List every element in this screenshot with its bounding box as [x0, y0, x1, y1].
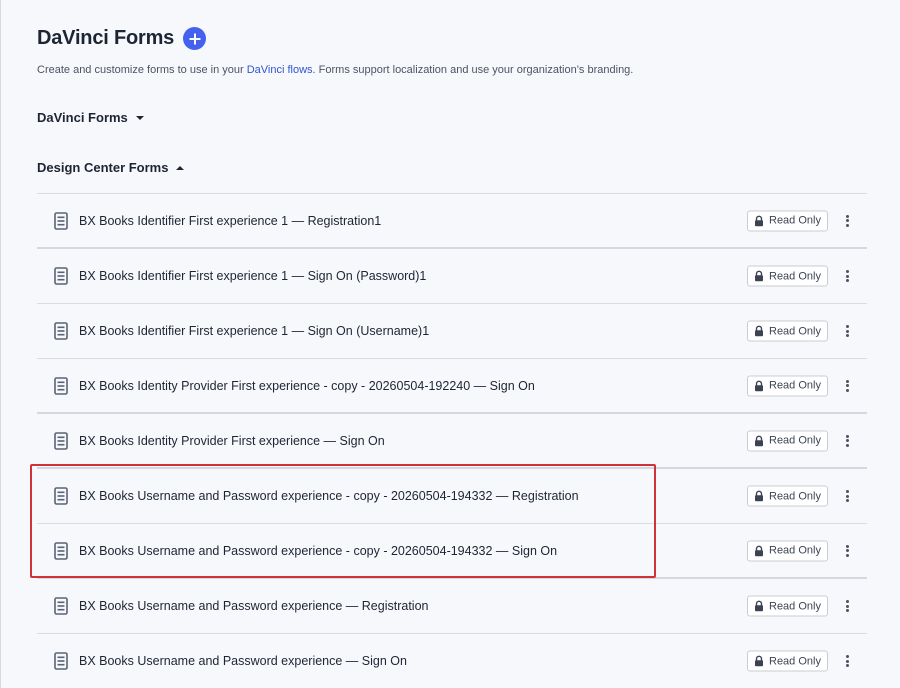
more-options-icon[interactable]	[843, 543, 851, 559]
badge-label: Read Only	[769, 600, 821, 612]
davinci-forms-section-toggle[interactable]: DaVinci Forms	[37, 110, 144, 125]
badge-label: Read Only	[769, 434, 821, 447]
more-options-icon[interactable]	[843, 433, 851, 449]
lock-icon	[755, 380, 763, 391]
more-options-icon[interactable]	[843, 213, 851, 229]
read-only-badge: Read Only	[747, 540, 828, 561]
form-name: BX Books Username and Password experienc…	[79, 489, 579, 503]
badge-label: Read Only	[769, 325, 821, 337]
add-form-button[interactable]	[183, 27, 207, 50]
form-name: BX Books Username and Password experienc…	[79, 543, 558, 558]
more-options-icon[interactable]	[843, 653, 851, 669]
page-title: DaVinci Forms	[37, 27, 175, 49]
form-name: BX Books Identifier First experience 1 —…	[79, 269, 427, 283]
more-options-icon[interactable]	[843, 268, 851, 284]
page-header: DaVinci Forms	[37, 27, 207, 50]
lock-icon	[755, 490, 763, 502]
lock-icon	[755, 325, 763, 337]
caret-up-icon	[176, 165, 185, 170]
page-description: Create and customize forms to use in you…	[37, 64, 633, 76]
form-document-icon	[54, 652, 68, 670]
more-options-icon[interactable]	[843, 488, 851, 504]
lock-icon	[755, 545, 763, 556]
form-name: BX Books Identity Provider First experie…	[79, 378, 535, 393]
lock-icon	[755, 435, 763, 446]
form-row[interactable]: BX Books Username and Password experienc…	[37, 634, 867, 688]
caret-down-icon	[135, 115, 144, 120]
more-options-icon[interactable]	[843, 323, 851, 339]
form-document-icon	[54, 267, 68, 285]
lock-icon	[755, 655, 763, 667]
read-only-badge: Read Only	[747, 650, 828, 672]
form-name: BX Books Identity Provider First experie…	[79, 433, 385, 448]
badge-label: Read Only	[769, 544, 821, 557]
form-document-icon	[54, 431, 68, 450]
badge-label: Read Only	[769, 214, 821, 227]
section-label: DaVinci Forms	[37, 110, 128, 125]
badge-label: Read Only	[769, 490, 821, 502]
form-name: BX Books Identifier First experience 1 —…	[79, 213, 382, 228]
lock-icon	[755, 600, 763, 612]
form-document-icon	[54, 376, 68, 395]
form-row[interactable]: BX Books Username and Password experienc…	[37, 524, 867, 579]
read-only-badge: Read Only	[747, 595, 828, 617]
more-options-icon[interactable]	[843, 378, 851, 394]
form-document-icon	[54, 211, 68, 230]
form-name: BX Books Identifier First experience 1 —…	[79, 324, 430, 338]
design-center-forms-section-toggle[interactable]: Design Center Forms	[37, 160, 185, 175]
form-row[interactable]: BX Books Identity Provider First experie…	[37, 359, 867, 414]
form-row[interactable]: BX Books Identity Provider First experie…	[37, 414, 867, 469]
description-prefix: Create and customize forms to use in you…	[37, 64, 247, 76]
lock-icon	[755, 270, 763, 282]
form-document-icon	[54, 322, 68, 340]
form-name: BX Books Username and Password experienc…	[79, 599, 429, 613]
form-row[interactable]: BX Books Username and Password experienc…	[37, 469, 867, 524]
form-row[interactable]: BX Books Identifier First experience 1 —…	[37, 304, 867, 359]
read-only-badge: Read Only	[747, 430, 828, 451]
more-options-icon[interactable]	[843, 598, 851, 614]
davinci-flows-link[interactable]: DaVinci flows	[247, 64, 313, 76]
form-document-icon	[54, 541, 68, 560]
section-label: Design Center Forms	[37, 160, 169, 175]
read-only-badge: Read Only	[747, 265, 828, 287]
form-document-icon	[54, 597, 68, 615]
form-row[interactable]: BX Books Identifier First experience 1 —…	[37, 249, 867, 304]
read-only-badge: Read Only	[747, 375, 828, 396]
lock-icon	[755, 215, 763, 226]
read-only-badge: Read Only	[747, 485, 828, 507]
form-name: BX Books Username and Password experienc…	[79, 654, 407, 668]
read-only-badge: Read Only	[747, 320, 828, 342]
form-row[interactable]: BX Books Username and Password experienc…	[37, 579, 867, 634]
badge-label: Read Only	[769, 379, 821, 392]
badge-label: Read Only	[769, 270, 821, 282]
design-center-forms-list: BX Books Identifier First experience 1 —…	[37, 193, 867, 688]
read-only-badge: Read Only	[747, 210, 828, 231]
badge-label: Read Only	[769, 655, 821, 667]
form-row[interactable]: BX Books Identifier First experience 1 —…	[37, 194, 867, 249]
form-document-icon	[54, 487, 68, 505]
description-suffix: . Forms support localization and use you…	[312, 64, 634, 76]
